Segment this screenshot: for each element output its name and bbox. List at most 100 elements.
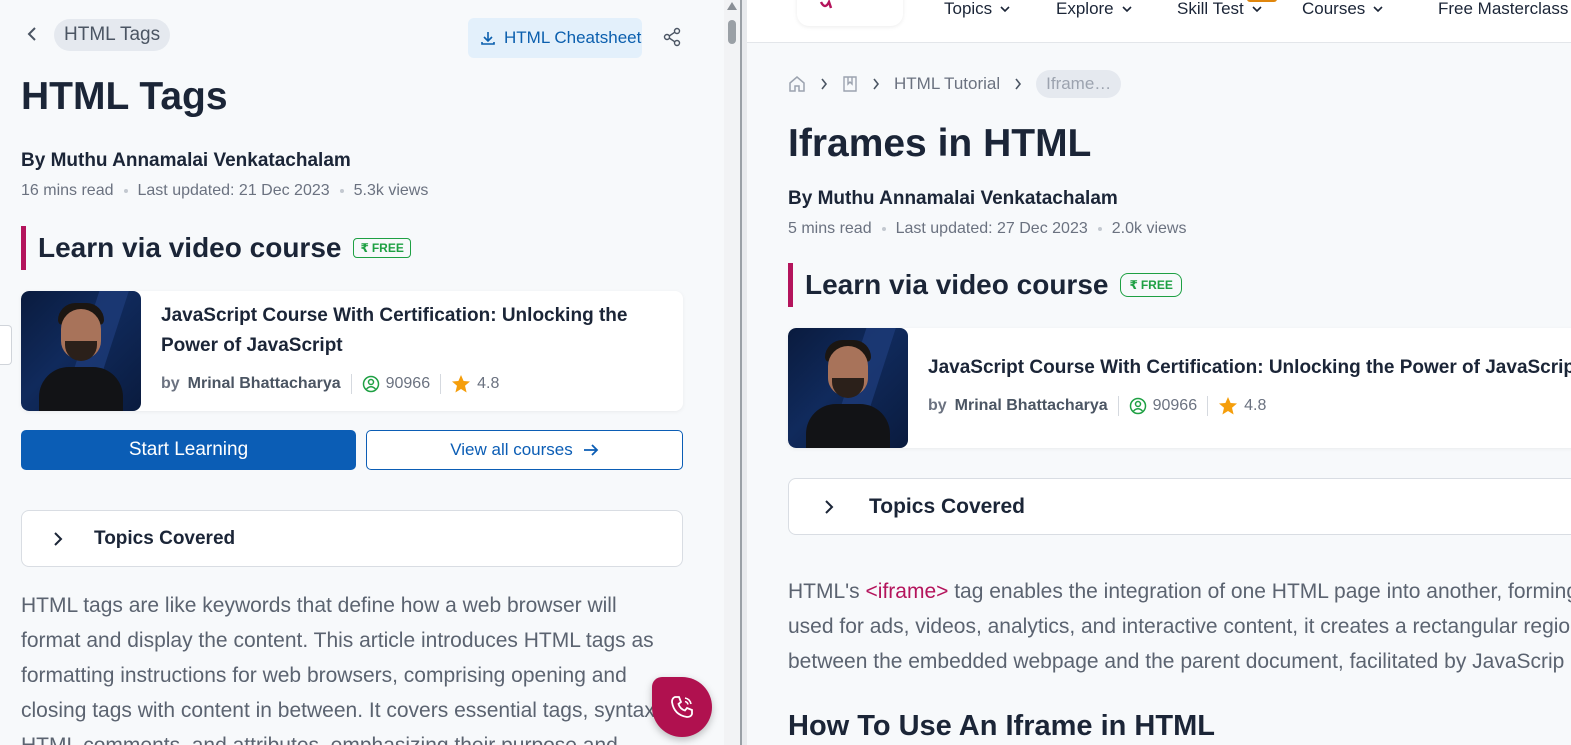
learn-heading-text: Learn via video course bbox=[805, 269, 1109, 300]
chevron-right-icon bbox=[48, 531, 68, 547]
nav-explore[interactable]: Explore bbox=[1056, 0, 1132, 19]
nav-topics[interactable]: Topics bbox=[944, 0, 1010, 19]
nav-free-masterclass[interactable]: Free Masterclass bbox=[1438, 0, 1568, 19]
course-title-line: Power of JavaScript bbox=[161, 335, 343, 356]
rupee-icon: ₹ bbox=[360, 241, 369, 255]
split-screen: HTML Tags HTML Cheatsheet HTML Tags By M… bbox=[0, 0, 1571, 745]
topics-covered-label: Topics Covered bbox=[94, 527, 236, 549]
view-all-courses-button[interactable]: View all courses bbox=[366, 430, 683, 470]
chevron-left-icon bbox=[27, 27, 36, 41]
course-meta: by Mrinal Bhattacharya 90966 4.8 bbox=[161, 374, 499, 394]
scroll-up-arrow[interactable] bbox=[727, 2, 737, 10]
author-name: By Muthu Annamalai Venkatachalam bbox=[788, 188, 1118, 209]
article-meta: 5 mins read Last updated: 27 Dec 2023 2.… bbox=[788, 220, 1186, 238]
breadcrumb-tutorial[interactable]: HTML Tutorial bbox=[894, 74, 1000, 94]
nav-skill-test-label: Skill Test bbox=[1177, 0, 1244, 18]
page-title: Iframes in HTML bbox=[788, 122, 1092, 165]
intro-line: HTML's <iframe> tag enables the integrat… bbox=[788, 574, 1571, 609]
share-button[interactable] bbox=[662, 27, 684, 49]
breadcrumb-pill[interactable]: HTML Tags bbox=[54, 19, 171, 51]
heading-accent-bar bbox=[21, 226, 26, 270]
star-icon bbox=[451, 374, 471, 394]
right-pane: Topics Explore Skill Test Courses Free M… bbox=[747, 0, 1571, 745]
course-title: JavaScript Course With Certification: Un… bbox=[161, 301, 661, 361]
chevron-right-icon bbox=[873, 78, 880, 90]
nav-masterclass-label: Free Masterclass bbox=[1438, 0, 1569, 18]
article-intro: HTML's <iframe> tag enables the integrat… bbox=[788, 574, 1571, 679]
view-count: 5.3k views bbox=[353, 182, 429, 199]
course-rating: 4.8 bbox=[1244, 397, 1267, 414]
arrow-right-icon bbox=[583, 444, 599, 456]
toc-side-tab[interactable] bbox=[0, 325, 12, 365]
scroll-thumb[interactable] bbox=[728, 20, 736, 44]
article-meta: 16 mins read Last updated: 21 Dec 2023 5… bbox=[21, 182, 428, 200]
free-label: FREE bbox=[371, 241, 404, 255]
learners-icon bbox=[362, 375, 380, 393]
chevron-right-icon bbox=[819, 499, 839, 515]
cheatsheet-label: HTML Cheatsheet bbox=[504, 28, 642, 47]
top-nav: Topics Explore Skill Test Courses Free M… bbox=[747, 0, 1571, 43]
topics-covered-toggle[interactable]: Topics Covered bbox=[788, 478, 1571, 535]
instructor-name: Mrinal Bhattacharya bbox=[954, 397, 1108, 414]
course-card[interactable]: JavaScript Course With Certification: Un… bbox=[21, 291, 683, 411]
rupee-icon: ₹ bbox=[1129, 278, 1138, 292]
chevron-down-icon bbox=[1122, 6, 1132, 13]
article-topbar: HTML Tags HTML Cheatsheet bbox=[0, 0, 724, 70]
course-card[interactable]: JavaScript Course With Certification: Un… bbox=[788, 328, 1571, 448]
star-icon bbox=[1218, 396, 1238, 416]
course-thumbnail bbox=[21, 291, 141, 411]
chevron-down-icon bbox=[1000, 6, 1010, 13]
instructor-name: Mrinal Bhattacharya bbox=[187, 375, 341, 392]
intro-line: used for ads, videos, analytics, and int… bbox=[788, 615, 1571, 638]
by-label: by bbox=[161, 375, 180, 392]
section-heading: How To Use An Iframe in HTML bbox=[788, 710, 1215, 742]
topics-covered-toggle[interactable]: Topics Covered bbox=[21, 510, 683, 567]
pane-divider[interactable] bbox=[740, 0, 747, 745]
article-intro: HTML tags are like keywords that define … bbox=[21, 594, 661, 745]
course-meta: by Mrinal Bhattacharya 90966 4.8 bbox=[928, 396, 1266, 416]
chevron-right-icon bbox=[821, 78, 828, 90]
learners-icon bbox=[1129, 397, 1147, 415]
intro-text: HTML's bbox=[788, 580, 866, 603]
course-title-line: JavaScript Course With Certification: Un… bbox=[161, 305, 628, 326]
author-name: By Muthu Annamalai Venkatachalam bbox=[21, 150, 351, 171]
book-icon[interactable] bbox=[842, 75, 858, 93]
free-badge: ₹ FREE bbox=[353, 238, 411, 258]
nav-explore-label: Explore bbox=[1056, 0, 1114, 18]
back-button[interactable] bbox=[20, 22, 44, 46]
free-badge: ₹ FREE bbox=[1120, 273, 1182, 297]
chevron-down-icon bbox=[1252, 6, 1262, 13]
course-thumbnail bbox=[788, 328, 908, 448]
nav-courses[interactable]: Courses bbox=[1302, 0, 1383, 19]
cheatsheet-button[interactable]: HTML Cheatsheet bbox=[468, 18, 642, 58]
chevron-down-icon bbox=[1373, 6, 1383, 13]
course-rating: 4.8 bbox=[477, 375, 500, 392]
nav-skill-test[interactable]: Skill Test bbox=[1177, 0, 1262, 19]
free-label: FREE bbox=[1140, 278, 1173, 292]
breadcrumb: HTML Tutorial Iframe… bbox=[788, 70, 1122, 98]
start-learning-button[interactable]: Start Learning bbox=[21, 430, 356, 470]
home-icon[interactable] bbox=[788, 75, 806, 93]
meta-separator bbox=[881, 227, 886, 231]
meta-separator bbox=[1097, 227, 1102, 231]
share-icon bbox=[663, 27, 681, 47]
iframe-tag-code: <iframe> bbox=[865, 580, 949, 603]
left-scrollbar[interactable] bbox=[724, 0, 740, 745]
breadcrumb-current: Iframe… bbox=[1036, 70, 1122, 98]
view-count: 2.0k views bbox=[1111, 220, 1187, 237]
last-updated: Last updated: 27 Dec 2023 bbox=[895, 220, 1088, 237]
last-updated: Last updated: 21 Dec 2023 bbox=[137, 182, 330, 199]
learn-heading-text: Learn via video course bbox=[38, 232, 342, 263]
learner-count: 90966 bbox=[385, 375, 431, 392]
topics-covered-label: Topics Covered bbox=[869, 494, 1025, 518]
intro-line: between the embedded webpage and the par… bbox=[788, 650, 1565, 673]
learn-heading: Learn via video course ₹ FREE bbox=[21, 226, 411, 270]
view-all-label: View all courses bbox=[450, 440, 573, 459]
call-button[interactable] bbox=[652, 677, 712, 737]
site-logo[interactable] bbox=[797, 0, 903, 26]
chevron-right-icon bbox=[1015, 78, 1022, 90]
learn-heading: Learn via video course ₹ FREE bbox=[788, 263, 1182, 307]
new-badge bbox=[1247, 0, 1277, 2]
nav-courses-label: Courses bbox=[1302, 0, 1366, 18]
by-label: by bbox=[928, 397, 947, 414]
